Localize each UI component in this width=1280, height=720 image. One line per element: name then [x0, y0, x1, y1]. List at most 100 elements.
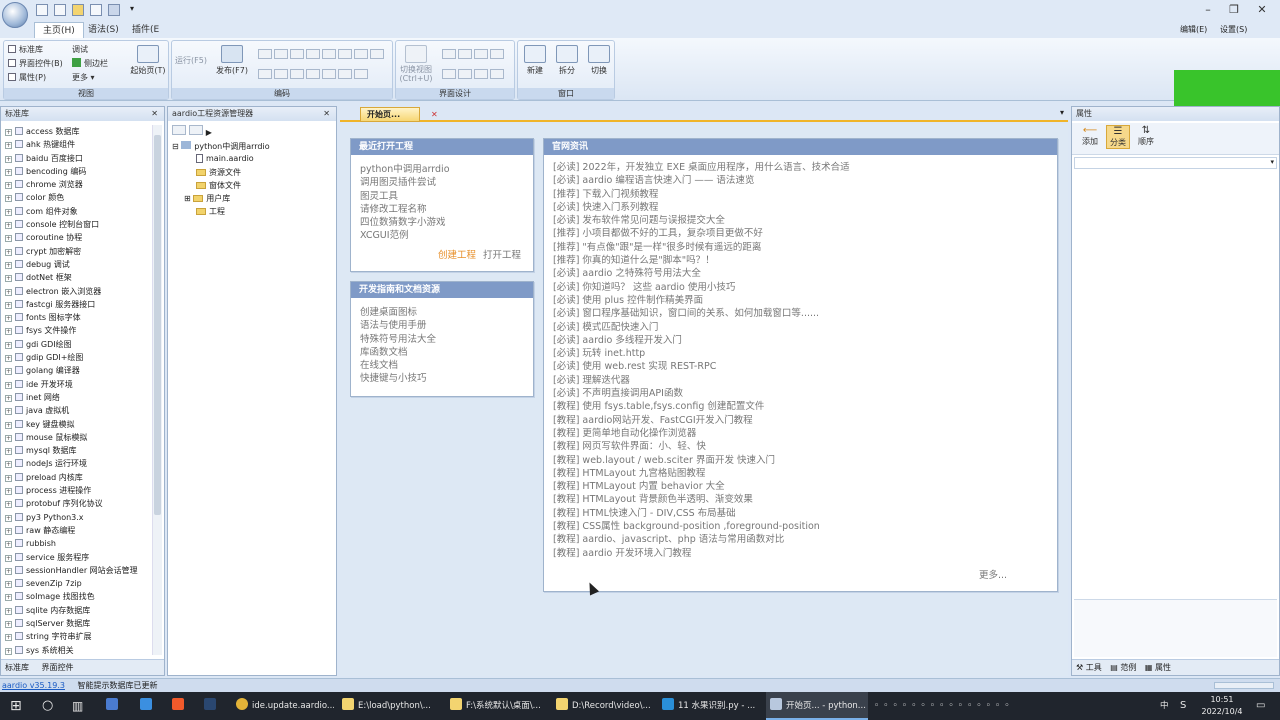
library-item[interactable]: + sessionHandler 网站会话管理 — [5, 564, 151, 577]
align-top-icon[interactable] — [490, 49, 504, 59]
more-news-link[interactable]: 更多... — [979, 567, 1007, 581]
expand-icon[interactable]: + — [5, 634, 12, 642]
fold-icon[interactable] — [354, 69, 368, 79]
expand-icon[interactable]: + — [5, 328, 12, 336]
menu-settings[interactable]: 设置(S) — [1220, 24, 1247, 35]
checkbox-properties[interactable]: 属性(P) — [8, 72, 46, 83]
library-item[interactable]: + mysql 数据库 — [5, 444, 151, 457]
replace-icon[interactable] — [370, 49, 384, 59]
tab-home[interactable]: 主页(H) — [34, 22, 84, 38]
save-icon[interactable] — [90, 4, 102, 16]
library-item[interactable]: + service 服务程序 — [5, 551, 151, 564]
distribute-icon[interactable] — [474, 69, 488, 79]
expand-icon[interactable]: + — [5, 607, 12, 615]
expand-icon[interactable]: + — [5, 288, 12, 296]
expand-icon[interactable]: + — [5, 594, 12, 602]
goto-icon[interactable] — [338, 69, 352, 79]
expand-icon[interactable]: + — [5, 567, 12, 575]
expand-icon[interactable]: + — [5, 381, 12, 389]
library-item[interactable]: + baidu 百度接口 — [5, 152, 151, 165]
library-item[interactable]: + access 数据库 — [5, 125, 151, 138]
expand-icon[interactable]: + — [5, 275, 12, 283]
tab-ui-controls[interactable]: 界面控件 — [42, 663, 74, 672]
tab-standard-library[interactable]: 标准库 — [5, 663, 29, 672]
comment-icon[interactable] — [306, 49, 320, 59]
library-item[interactable]: + soImage 找图找色 — [5, 590, 151, 603]
news-link[interactable]: [推荐] 你真的知道什么是"脚本"吗？！ — [553, 254, 1057, 267]
taskbar-item-chrome[interactable]: ide.update.aardio... — [236, 692, 334, 720]
open-file-icon[interactable] — [54, 4, 66, 16]
publish-button[interactable]: 发布(F7) — [212, 45, 252, 76]
expand-icon[interactable]: + — [5, 527, 12, 535]
brave-browser-icon[interactable] — [172, 692, 188, 720]
run-project-icon[interactable]: ▶ — [206, 128, 212, 137]
expand-icon[interactable]: + — [5, 208, 12, 216]
expand-icon[interactable]: + — [5, 182, 12, 190]
start-page-button[interactable]: 起始页(T) — [128, 45, 168, 76]
expand-icon[interactable]: + — [5, 448, 12, 456]
expand-icon[interactable]: + — [5, 461, 12, 469]
find-icon[interactable] — [354, 49, 368, 59]
checkbox-checked-icon[interactable] — [8, 59, 16, 67]
expand-icon[interactable]: + — [5, 155, 12, 163]
expand-icon[interactable]: + — [5, 434, 12, 442]
create-project-link[interactable]: 创建工程 — [438, 250, 476, 261]
panel-close-icon[interactable]: ✕ — [151, 107, 158, 121]
library-item[interactable]: + sqlServer 数据库 — [5, 617, 151, 630]
checkbox-library[interactable]: 标准库 — [8, 44, 43, 55]
news-link[interactable]: [教程] HTMLayout 内置 behavior 大全 — [553, 480, 1057, 493]
panel-close-icon[interactable]: ✕ — [323, 107, 330, 121]
news-link[interactable]: [教程] 更简单地自动化操作浏览器 — [553, 427, 1057, 440]
tab-plugins[interactable]: 插件(E — [124, 22, 167, 38]
expand-icon[interactable]: + — [5, 474, 12, 482]
undo-icon[interactable] — [258, 69, 272, 79]
library-item[interactable]: + raw 静态编程 — [5, 524, 151, 537]
scrollbar-thumb[interactable] — [154, 135, 161, 515]
news-link[interactable]: [必读] 理解迭代器 — [553, 374, 1057, 387]
debug-toggle[interactable]: 调试 — [72, 44, 88, 55]
expand-icon[interactable]: + — [5, 195, 12, 203]
qat-dropdown-icon[interactable]: ▾ — [130, 4, 134, 13]
taskbar-item-folder-2[interactable]: F:\系统默认\桌面\... — [450, 692, 554, 720]
news-link[interactable]: [教程] aardio网站开发、FastCGI开发入门教程 — [553, 414, 1057, 427]
notification-icon[interactable]: ▭ — [1256, 692, 1265, 720]
ime-indicator[interactable]: 中 — [1160, 692, 1169, 720]
copy-icon[interactable] — [306, 69, 320, 79]
expand-icon[interactable]: + — [5, 554, 12, 562]
align-left-icon[interactable] — [442, 49, 456, 59]
news-link[interactable]: [必读] 窗口程序基础知识，窗口间的关系、如何加载窗口等...... — [553, 307, 1057, 320]
recent-project-link[interactable]: 请修改工程名称 — [360, 203, 533, 216]
run-button[interactable]: 运行(F5) — [174, 55, 208, 66]
library-item[interactable]: + key 键盘模拟 — [5, 418, 151, 431]
tree-item[interactable]: ⊞ 用户库 — [184, 193, 230, 204]
category-button[interactable]: ☰ 分类 — [1106, 125, 1130, 149]
app-icon-b[interactable] — [140, 692, 156, 720]
expand-icon[interactable]: + — [5, 620, 12, 628]
expand-icon[interactable]: + — [5, 142, 12, 150]
news-link[interactable]: [必读] 你知道吗？ 这些 aardio 使用小技巧 — [553, 281, 1057, 294]
library-item[interactable]: + color 颜色 — [5, 191, 151, 204]
library-item[interactable]: + fonts 图标字体 — [5, 311, 151, 324]
expand-icon[interactable]: + — [5, 421, 12, 429]
expand-icon[interactable]: + — [5, 514, 12, 522]
new-file-icon[interactable] — [36, 4, 48, 16]
library-item[interactable]: + gdi GDI绘图 — [5, 338, 151, 351]
maximize-button[interactable]: ❐ — [1226, 3, 1242, 17]
news-link[interactable]: [教程] HTMLayout 九宫格贴图教程 — [553, 467, 1057, 480]
expand-icon[interactable]: + — [5, 129, 12, 136]
taskbar-item-folder-3[interactable]: D:\Record\video\... — [556, 692, 654, 720]
checkbox-checked-icon[interactable] — [8, 73, 16, 81]
ime-s-icon[interactable]: S — [1180, 692, 1186, 720]
guide-link[interactable]: 语法与使用手册 — [360, 319, 533, 332]
close-button[interactable]: ✕ — [1254, 3, 1270, 17]
library-item[interactable]: + crypt 加密解密 — [5, 245, 151, 258]
save-all-icon[interactable] — [108, 4, 120, 16]
news-link[interactable]: [必读] 快速入门系列教程 — [553, 201, 1057, 214]
expand-icon[interactable]: + — [5, 222, 12, 230]
more-dropdown[interactable]: 更多 ▾ — [72, 72, 95, 83]
same-height-icon[interactable] — [458, 69, 472, 79]
news-link[interactable]: [教程] HTML快速入门 - DIV,CSS 布局基础 — [553, 507, 1057, 520]
library-item[interactable]: + java 虚拟机 — [5, 404, 151, 417]
library-item[interactable]: + sys 系统相关 — [5, 644, 151, 657]
menu-edit[interactable]: 编辑(E) — [1180, 24, 1207, 35]
